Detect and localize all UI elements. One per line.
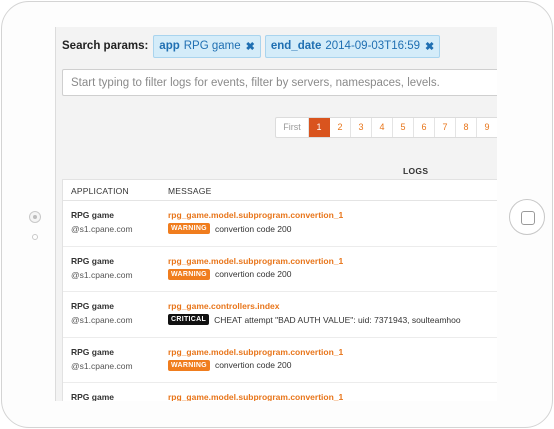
column-message: MESSAGE xyxy=(168,186,212,196)
pagination-page[interactable]: 4 xyxy=(372,118,393,137)
row-source-link[interactable]: rpg_game.model.subprogram.convertion_1 xyxy=(168,210,343,220)
app-screen: Search params: app RPG game ✖ end_date 2… xyxy=(55,27,497,401)
pagination-page[interactable]: 2 xyxy=(330,118,351,137)
column-application: APPLICATION xyxy=(71,186,129,196)
message-text: convertion code 200 xyxy=(214,223,292,234)
message-text: convertion code 200 xyxy=(214,269,292,279)
table-row[interactable]: RPG game @s1.cpane.com rpg_game.model.su… xyxy=(63,338,497,383)
tag-key: app xyxy=(159,40,180,52)
search-params-label: Search params: xyxy=(62,40,149,52)
row-app: RPG game xyxy=(71,301,114,311)
home-button[interactable] xyxy=(509,199,545,235)
row-source-link[interactable]: rpg_game.controllers.index xyxy=(168,301,279,311)
times-icon[interactable]: ✖ xyxy=(246,40,255,53)
tag-value: RPG game xyxy=(183,40,241,52)
times-icon[interactable]: ✖ xyxy=(425,40,434,53)
pagination-page[interactable]: 3 xyxy=(351,118,372,137)
row-host: @s1.cpane.com xyxy=(71,315,133,325)
pagination-page[interactable]: 6 xyxy=(414,118,435,137)
table-row[interactable]: RPG game @s1.cpane.com rpg_game.controll… xyxy=(63,292,497,338)
row-source-link[interactable]: rpg_game.model.subprogram.convertion_1 xyxy=(168,256,343,266)
row-app: RPG game xyxy=(71,346,114,357)
logs-title: LOGS xyxy=(403,166,429,176)
table-row[interactable]: RPG game @s1.cpane.com rpg_game.model.su… xyxy=(63,201,497,247)
pagination-page[interactable]: 8 xyxy=(456,118,477,137)
row-host: @s1.cpane.com xyxy=(71,360,133,371)
message-text: CHEAT attempt "BAD AUTH VALUE": uid: 737… xyxy=(214,314,461,325)
tag-value: 2014-09-03T16:59 xyxy=(325,40,420,52)
row-message: CRITICAL CHEAT attempt "BAD AUTH VALUE":… xyxy=(168,314,461,325)
row-message: WARNING convertion code 200 xyxy=(168,359,292,371)
row-app: RPG game xyxy=(71,392,114,401)
search-params: Search params: app RPG game ✖ end_date 2… xyxy=(62,34,444,58)
row-source-link[interactable]: rpg_game.model.subprogram.convertion_1 xyxy=(168,392,343,401)
search-tag-end-date[interactable]: end_date 2014-09-03T16:59 ✖ xyxy=(264,34,441,58)
pagination-page[interactable]: 9 xyxy=(477,118,497,137)
camera-icon xyxy=(29,211,41,223)
tag-key: end_date xyxy=(270,40,322,52)
row-message: WARNING convertion code 200 xyxy=(168,223,292,234)
pagination: First 1 2 3 4 5 6 7 8 9 xyxy=(275,117,497,138)
level-badge: WARNING xyxy=(168,268,210,280)
pagination-page[interactable]: 7 xyxy=(435,118,456,137)
row-host: @s1.cpane.com xyxy=(71,269,133,280)
row-host: @s1.cpane.com xyxy=(71,224,133,234)
row-source-link[interactable]: rpg_game.model.subprogram.convertion_1 xyxy=(168,347,343,357)
row-app: RPG game xyxy=(71,255,114,266)
log-filter-input[interactable] xyxy=(62,69,497,96)
row-app: RPG game xyxy=(71,210,114,220)
pagination-page[interactable]: 1 xyxy=(309,118,330,137)
level-badge: CRITICAL xyxy=(168,314,210,325)
pagination-first[interactable]: First xyxy=(276,118,309,137)
sensor-icon xyxy=(32,234,38,240)
table-row[interactable]: RPG game rpg_game.model.subprogram.conve… xyxy=(63,383,497,401)
search-tag-app[interactable]: app RPG game ✖ xyxy=(153,34,261,58)
message-text: convertion code 200 xyxy=(214,360,292,370)
row-message: WARNING convertion code 200 xyxy=(168,268,292,280)
table-header: APPLICATION MESSAGE xyxy=(63,180,497,201)
pagination-page[interactable]: 5 xyxy=(393,118,414,137)
level-badge: WARNING xyxy=(168,359,210,371)
table-row[interactable]: RPG game @s1.cpane.com rpg_game.model.su… xyxy=(63,247,497,292)
logs-table: APPLICATION MESSAGE RPG game @s1.cpane.c… xyxy=(62,179,497,401)
level-badge: WARNING xyxy=(168,223,210,234)
